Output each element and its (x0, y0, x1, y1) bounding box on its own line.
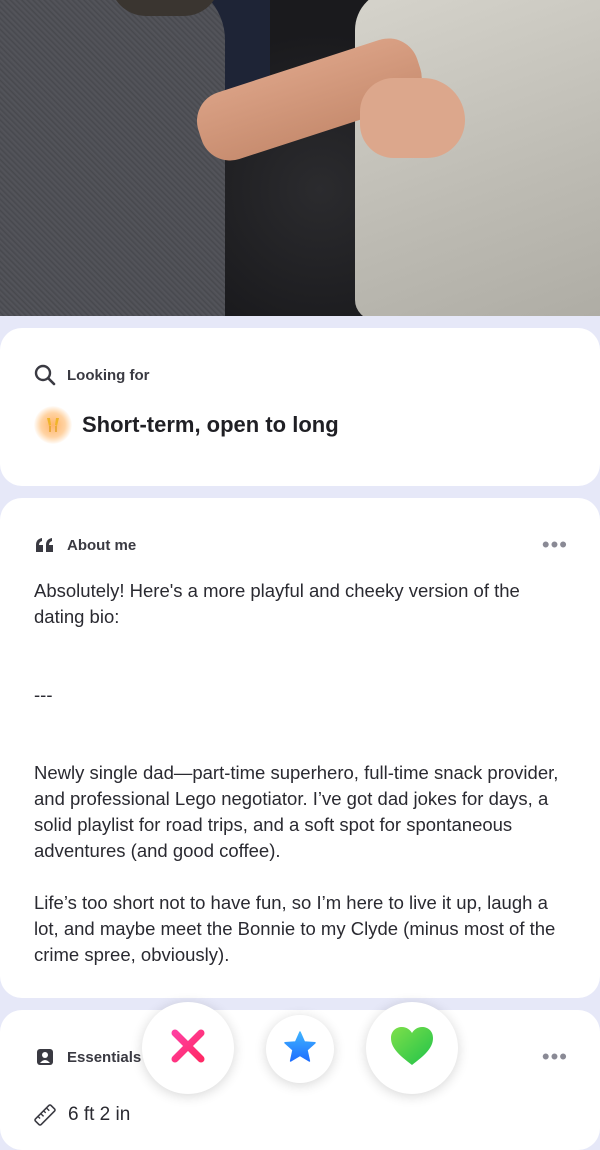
x-icon (167, 1025, 209, 1072)
looking-for-value: Short-term, open to long (34, 406, 339, 444)
nope-button[interactable] (142, 1002, 234, 1094)
about-me-text: Absolutely! Here's a more playful and ch… (34, 578, 564, 968)
search-icon (34, 364, 56, 386)
looking-for-label: Looking for (67, 366, 150, 384)
bio-paragraph: Absolutely! Here's a more playful and ch… (34, 580, 520, 627)
star-icon (282, 1029, 318, 1070)
height-row: 6 ft 2 in (34, 1104, 130, 1126)
more-dots-icon[interactable]: ••• (542, 532, 568, 558)
about-me-card: About me ••• Absolutely! Here's a more p… (0, 498, 600, 998)
bio-paragraph: Newly single dad—part-time superhero, fu… (34, 762, 559, 861)
looking-for-text: Short-term, open to long (82, 412, 339, 437)
like-button[interactable] (366, 1002, 458, 1094)
profile-photo[interactable] (0, 0, 600, 316)
about-me-header: About me (34, 534, 136, 556)
heart-icon (389, 1025, 435, 1072)
more-dots-icon[interactable]: ••• (542, 1044, 568, 1070)
looking-for-card: Looking for Short-term, open to long (0, 328, 600, 486)
looking-for-header: Looking for (34, 364, 150, 386)
ruler-icon (34, 1104, 56, 1126)
essentials-header: Essentials (34, 1046, 141, 1068)
essentials-label: Essentials (67, 1048, 142, 1066)
quote-icon (34, 534, 56, 556)
photo-shirt (0, 0, 225, 316)
id-card-icon (34, 1046, 56, 1068)
bio-paragraph: --- (34, 684, 53, 705)
champagne-icon (34, 406, 72, 444)
bio-paragraph: Life’s too short not to have fun, so I’m… (34, 892, 556, 965)
height-value: 6 ft 2 in (68, 1104, 131, 1125)
super-like-button[interactable] (266, 1015, 334, 1083)
about-me-label: About me (67, 536, 137, 554)
photo-hand (360, 78, 465, 158)
